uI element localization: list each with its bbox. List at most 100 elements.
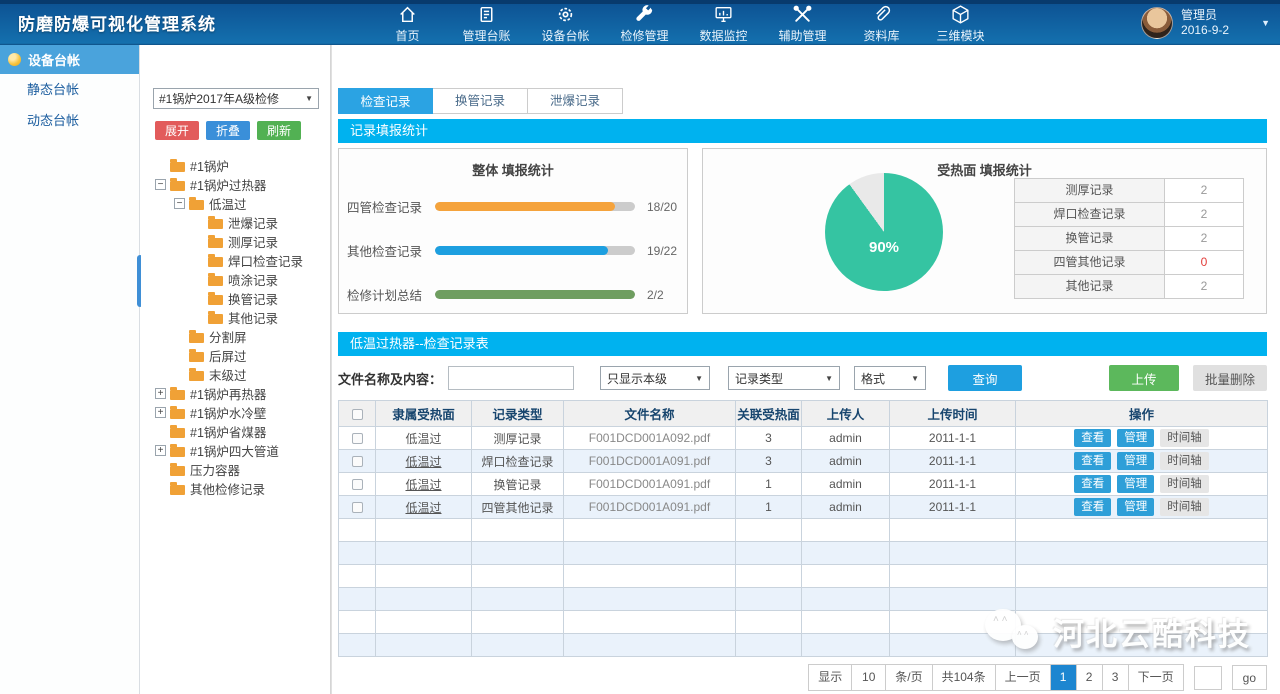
expand-button[interactable]: 展开 bbox=[155, 121, 199, 140]
nav-item-ledger[interactable]: 管理台账 bbox=[447, 0, 526, 45]
surface-link[interactable]: 低温过 bbox=[405, 478, 441, 492]
chevron-down-icon: ▼ bbox=[695, 374, 703, 383]
collapse-button[interactable]: 折叠 bbox=[206, 121, 250, 140]
empty-cell bbox=[1016, 565, 1268, 588]
surface-link[interactable]: 低温过 bbox=[405, 501, 441, 515]
sidebar-module-label: 设备台帐 bbox=[28, 50, 80, 69]
format-select[interactable]: 格式 ▼ bbox=[854, 366, 926, 390]
timeline-button[interactable]: 时间轴 bbox=[1160, 452, 1209, 470]
search-button[interactable]: 查询 bbox=[948, 365, 1022, 391]
tree-node[interactable]: 泄爆记录 bbox=[153, 213, 330, 232]
tree-node[interactable]: 测厚记录 bbox=[153, 232, 330, 251]
tree-node[interactable]: 分割屏 bbox=[153, 327, 330, 346]
nav-item-3d-module[interactable]: 三维模块 bbox=[921, 0, 1000, 45]
go-button[interactable]: go bbox=[1232, 665, 1267, 690]
sidebar-item-static-ledger[interactable]: 静态台帐 bbox=[0, 74, 139, 105]
sidebar-item-dynamic-ledger[interactable]: 动态台帐 bbox=[0, 105, 139, 136]
folder-icon bbox=[208, 314, 223, 324]
view-button[interactable]: 查看 bbox=[1074, 429, 1111, 447]
tree-node[interactable]: 焊口检查记录 bbox=[153, 251, 330, 270]
cell-record-type: 换管记录 bbox=[472, 473, 564, 496]
view-button[interactable]: 查看 bbox=[1074, 498, 1111, 516]
tree-node-label: 压力容器 bbox=[190, 460, 240, 479]
collapse-node-icon[interactable]: − bbox=[155, 179, 166, 190]
top-navbar: 防磨防爆可视化管理系统 首页 管理台账 设备台帐 检修管理 数据监控 bbox=[0, 0, 1280, 45]
page-jump-input[interactable] bbox=[1194, 666, 1222, 690]
tree-node[interactable]: +#1锅炉水冷壁 bbox=[153, 403, 330, 422]
nav-item-home[interactable]: 首页 bbox=[368, 0, 447, 45]
batch-delete-button[interactable]: 批量删除 bbox=[1193, 365, 1267, 391]
tree-node[interactable]: +#1锅炉再热器 bbox=[153, 384, 330, 403]
empty-cell bbox=[339, 611, 376, 634]
scope-select[interactable]: 只显示本级 ▼ bbox=[600, 366, 710, 390]
user-block[interactable]: 管理员 2016-9-2 bbox=[1141, 0, 1239, 45]
surface-link[interactable]: 低温过 bbox=[405, 432, 441, 446]
view-button[interactable]: 查看 bbox=[1074, 452, 1111, 470]
tab-inactive[interactable]: 换管记录 bbox=[433, 88, 528, 114]
page-number-button[interactable]: 1 bbox=[1050, 665, 1076, 690]
nav-item-equipment[interactable]: 设备台帐 bbox=[526, 0, 605, 45]
record-type-select[interactable]: 记录类型 ▼ bbox=[728, 366, 840, 390]
filter-bar: 文件名称及内容： 只显示本级 ▼ 记录类型 ▼ 格式 ▼ 查询 上传 批量删除 bbox=[338, 356, 1267, 400]
surface-link[interactable]: 低温过 bbox=[405, 455, 441, 469]
nav-item-library[interactable]: 资料库 bbox=[842, 0, 921, 45]
collapse-node-icon[interactable]: − bbox=[174, 198, 185, 209]
tree-node[interactable]: 换管记录 bbox=[153, 289, 330, 308]
nav-item-data-monitor[interactable]: 数据监控 bbox=[684, 0, 763, 45]
tree-node[interactable]: +#1锅炉四大管道 bbox=[153, 441, 330, 460]
timeline-button[interactable]: 时间轴 bbox=[1160, 498, 1209, 516]
keyword-input[interactable] bbox=[448, 366, 574, 390]
tree-node[interactable]: 其他检修记录 bbox=[153, 479, 330, 498]
select-all-checkbox[interactable] bbox=[352, 409, 363, 420]
manage-button[interactable]: 管理 bbox=[1117, 475, 1154, 493]
tree-node[interactable]: 其他记录 bbox=[153, 308, 330, 327]
upload-button[interactable]: 上传 bbox=[1109, 365, 1179, 391]
manage-button[interactable]: 管理 bbox=[1117, 452, 1154, 470]
nav-item-label: 设备台帐 bbox=[541, 27, 589, 44]
expand-node-icon[interactable]: + bbox=[155, 388, 166, 399]
stat-bar-row: 检修计划总结2/2 bbox=[347, 285, 679, 304]
tree-node[interactable]: #1锅炉 bbox=[153, 156, 330, 175]
empty-cell bbox=[1016, 611, 1268, 634]
tab-active[interactable]: 检查记录 bbox=[338, 88, 433, 114]
tree-node[interactable]: −低温过 bbox=[153, 194, 330, 213]
tree-node[interactable]: −#1锅炉过热器 bbox=[153, 175, 330, 194]
ledger-icon bbox=[476, 4, 497, 25]
tree-node[interactable]: #1锅炉省煤器 bbox=[153, 422, 330, 441]
timeline-button[interactable]: 时间轴 bbox=[1160, 429, 1209, 447]
page-size-value[interactable]: 10 bbox=[851, 665, 885, 690]
page-number-button[interactable]: 3 bbox=[1102, 665, 1128, 690]
expand-node-icon[interactable]: + bbox=[155, 407, 166, 418]
user-dropdown-caret-icon[interactable]: ▼ bbox=[1239, 18, 1280, 28]
table-row: 低温过测厚记录F001DCD001A092.pdf3admin2011-1-1查… bbox=[339, 427, 1268, 450]
tree-node[interactable]: 压力容器 bbox=[153, 460, 330, 479]
row-checkbox[interactable] bbox=[352, 479, 363, 490]
row-checkbox[interactable] bbox=[352, 433, 363, 444]
format-select-value: 格式 bbox=[861, 370, 885, 387]
manage-button[interactable]: 管理 bbox=[1117, 429, 1154, 447]
tab-inactive[interactable]: 泄爆记录 bbox=[528, 88, 623, 114]
pagination-group: 显示10条/页共104条上一页123下一页 bbox=[808, 664, 1183, 691]
tree-node[interactable]: 末级过 bbox=[153, 365, 330, 384]
timeline-button[interactable]: 时间轴 bbox=[1160, 475, 1209, 493]
tree-node[interactable]: 后屏过 bbox=[153, 346, 330, 365]
plan-select[interactable]: #1锅炉2017年A级检修 ▼ bbox=[153, 88, 319, 109]
manage-button[interactable]: 管理 bbox=[1117, 498, 1154, 516]
empty-cell bbox=[802, 634, 890, 657]
cube-icon bbox=[950, 4, 971, 25]
expand-node-icon[interactable]: + bbox=[155, 445, 166, 456]
refresh-button[interactable]: 刷新 bbox=[257, 121, 301, 140]
nav-item-auxiliary[interactable]: 辅助管理 bbox=[763, 0, 842, 45]
sidebar-module-equipment[interactable]: 设备台帐 bbox=[0, 45, 139, 74]
row-checkbox[interactable] bbox=[352, 456, 363, 467]
row-checkbox[interactable] bbox=[352, 502, 363, 513]
row-checkbox-cell bbox=[339, 496, 376, 519]
tree-node[interactable]: 喷涂记录 bbox=[153, 270, 330, 289]
empty-cell bbox=[736, 542, 802, 565]
prev-page-button[interactable]: 上一页 bbox=[995, 665, 1050, 690]
next-page-button[interactable]: 下一页 bbox=[1128, 665, 1183, 690]
page-number-button[interactable]: 2 bbox=[1076, 665, 1102, 690]
nav-item-maintenance[interactable]: 检修管理 bbox=[605, 0, 684, 45]
view-button[interactable]: 查看 bbox=[1074, 475, 1111, 493]
cell-actions: 查看管理时间轴 bbox=[1016, 427, 1268, 450]
